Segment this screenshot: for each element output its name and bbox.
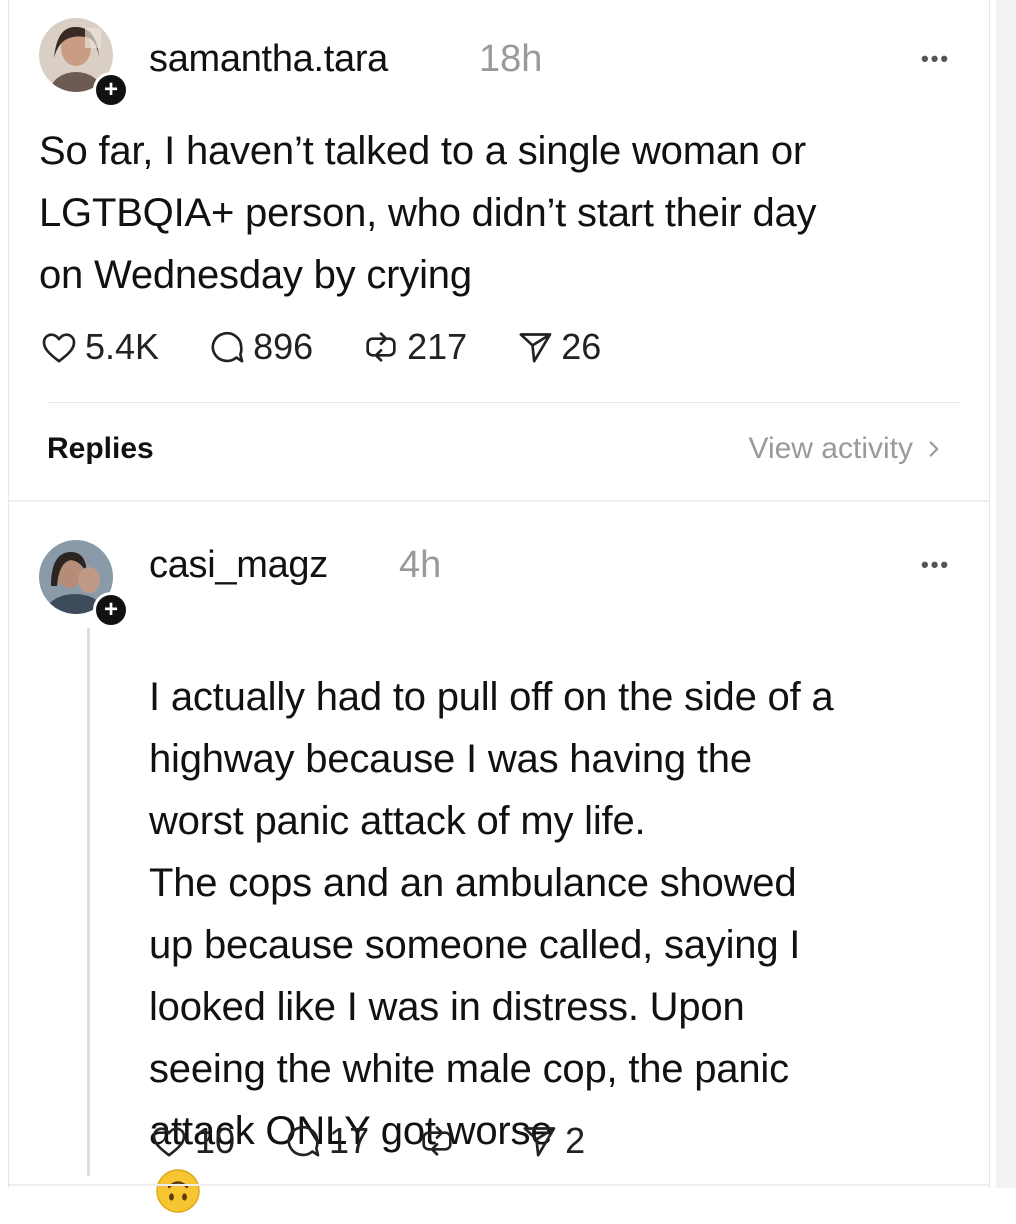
share-icon <box>519 333 552 363</box>
section-divider <box>9 500 989 502</box>
reply-repost-button[interactable] <box>417 1121 463 1161</box>
divider <box>47 402 961 403</box>
heart-icon <box>152 1127 186 1157</box>
more-icon[interactable]: ••• <box>921 46 950 72</box>
reply-follow-plus-icon[interactable]: + <box>93 592 129 628</box>
reply-username[interactable]: casi_magz <box>149 544 328 587</box>
comment-count: 896 <box>253 326 314 367</box>
comment-button[interactable]: 896 <box>207 326 313 368</box>
reply-share-button[interactable]: 2 <box>519 1120 585 1162</box>
reply-comment-count: 17 <box>329 1120 370 1161</box>
like-count: 5.4K <box>85 326 160 367</box>
bottom-divider <box>9 1184 989 1186</box>
follow-plus-icon[interactable]: + <box>93 72 129 108</box>
thread-line <box>87 628 90 1176</box>
comment-icon <box>211 331 244 363</box>
repost-icon <box>422 1126 452 1156</box>
view-activity-link[interactable]: View activity <box>748 432 947 466</box>
like-button[interactable]: 5.4K <box>39 326 159 368</box>
repost-icon <box>366 332 396 362</box>
share-icon <box>523 1127 556 1157</box>
repost-button[interactable]: 217 <box>361 326 467 368</box>
thread-container: + samantha.tara 18h ••• So far, I haven’… <box>8 0 990 1213</box>
view-activity-label: View activity <box>748 432 913 465</box>
repost-count: 217 <box>407 326 468 367</box>
heart-icon <box>42 333 76 363</box>
replies-label: Replies <box>47 432 154 465</box>
reply-like-count: 10 <box>195 1120 236 1161</box>
reply-body-text: I actually had to pull off on the side o… <box>149 675 834 1153</box>
chevron-right-icon <box>929 441 939 457</box>
reply-time: 4h <box>399 544 442 586</box>
post-actions: 5.4K 896 217 26 <box>39 326 601 368</box>
page-edge <box>996 0 1016 1188</box>
reply-comment-button[interactable]: 17 <box>283 1120 369 1162</box>
upside-down-face-emoji <box>156 1169 200 1213</box>
reply-more-icon[interactable]: ••• <box>921 552 950 578</box>
comment-icon <box>287 1125 320 1157</box>
share-button[interactable]: 26 <box>515 326 601 368</box>
share-count: 26 <box>561 326 602 367</box>
reply-like-button[interactable]: 10 <box>149 1120 235 1162</box>
post-time: 18h <box>479 38 543 80</box>
reply-share-count: 2 <box>565 1120 586 1161</box>
reply-actions: 10 17 2 <box>149 1120 585 1162</box>
post-body: So far, I haven’t talked to a single wom… <box>39 129 817 297</box>
post-username[interactable]: samantha.tara <box>149 38 388 81</box>
